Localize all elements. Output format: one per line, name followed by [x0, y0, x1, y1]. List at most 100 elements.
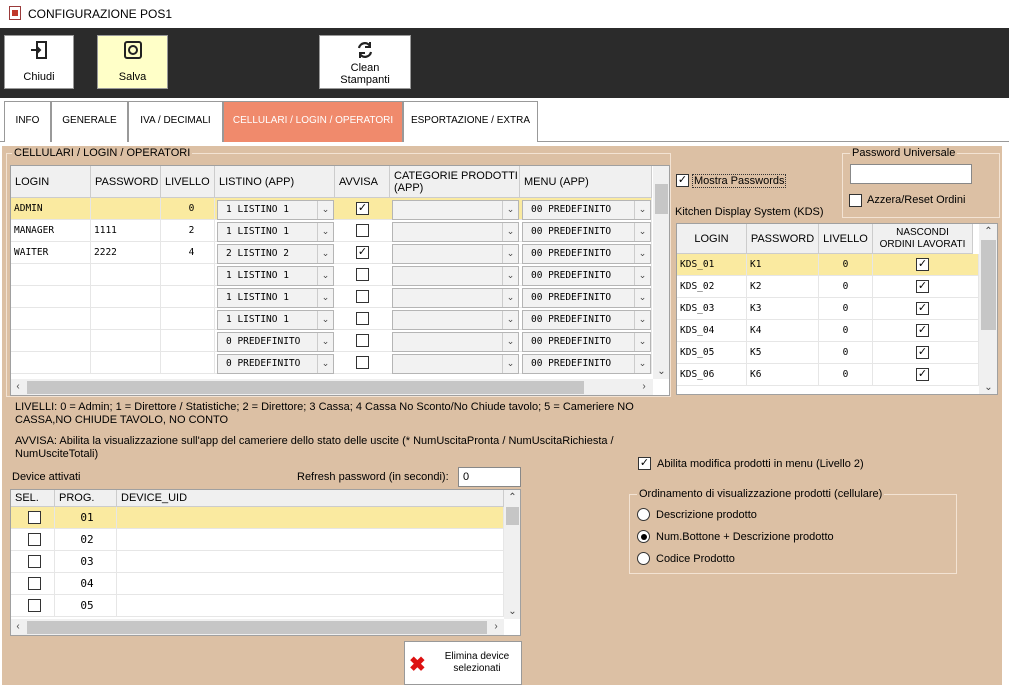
avvisa-checkbox[interactable] [356, 334, 369, 347]
op-livello-cell[interactable] [161, 330, 215, 352]
ordering-radio-code[interactable] [637, 552, 650, 565]
kds-password-cell[interactable]: K6 [747, 364, 819, 386]
op-login-cell[interactable]: WAITER [11, 242, 91, 264]
listino-combo[interactable]: 0 PREDEFINITO ⌄ [217, 354, 334, 374]
kds-password-cell[interactable]: K2 [747, 276, 819, 298]
categorie-combo[interactable]: ⌄ [392, 288, 519, 308]
device-prog-cell[interactable]: 05 [55, 595, 117, 617]
kds-col-password[interactable]: PASSWORD [747, 224, 819, 254]
kds-login-cell[interactable]: KDS_03 [677, 298, 747, 320]
op-password-cell[interactable] [91, 308, 161, 330]
kds-login-cell[interactable]: KDS_05 [677, 342, 747, 364]
device-prog-cell[interactable]: 02 [55, 529, 117, 551]
tab-generale[interactable]: GENERALE [51, 101, 128, 142]
scroll-down-icon[interactable]: ⌄ [979, 382, 997, 393]
categorie-combo[interactable]: ⌄ [392, 310, 519, 330]
ordering-label-description[interactable]: Descrizione prodotto [656, 509, 757, 521]
devices-hscrollbar[interactable]: ‹ › [11, 619, 504, 635]
listino-combo[interactable]: 2 LISTINO 2 ⌄ [217, 244, 334, 264]
kds-password-cell[interactable]: K1 [747, 254, 819, 276]
ordering-label-button-description[interactable]: Num.Bottone + Descrizione prodotto [656, 531, 834, 543]
kds-nascondi-checkbox[interactable]: ✓ [916, 258, 929, 271]
menu-combo[interactable]: 00 PREDEFINITO ⌄ [522, 332, 651, 352]
device-uid-cell[interactable] [117, 507, 504, 529]
device-select-checkbox[interactable] [28, 511, 41, 524]
kds-nascondi-checkbox[interactable]: ✓ [916, 324, 929, 337]
menu-combo[interactable]: 00 PREDEFINITO ⌄ [522, 200, 651, 220]
universal-password-input[interactable] [850, 164, 972, 184]
dev-col-sel[interactable]: SEL. [11, 490, 55, 507]
device-select-checkbox[interactable] [28, 599, 41, 612]
scroll-right-icon[interactable]: › [639, 381, 649, 392]
op-login-cell[interactable] [11, 330, 91, 352]
menu-combo[interactable]: 00 PREDEFINITO ⌄ [522, 310, 651, 330]
device-uid-cell[interactable] [117, 573, 504, 595]
kds-livello-cell[interactable]: 0 [819, 254, 873, 276]
device-prog-cell[interactable]: 04 [55, 573, 117, 595]
kds-col-nascondi[interactable]: NASCONDI ORDINI LAVORATI [873, 224, 973, 254]
op-login-cell[interactable] [11, 264, 91, 286]
clean-printers-button[interactable]: Clean Stampanti [319, 35, 411, 89]
tab-esportazione-extra[interactable]: ESPORTAZIONE / EXTRA [403, 101, 538, 142]
op-livello-cell[interactable] [161, 352, 215, 374]
kds-password-cell[interactable]: K4 [747, 320, 819, 342]
device-prog-cell[interactable]: 03 [55, 551, 117, 573]
op-password-cell[interactable] [91, 264, 161, 286]
categorie-combo[interactable]: ⌄ [392, 266, 519, 286]
operators-vscrollbar[interactable]: ⌄ [653, 166, 669, 379]
listino-combo[interactable]: 0 PREDEFINITO ⌄ [217, 332, 334, 352]
kds-login-cell[interactable]: KDS_01 [677, 254, 747, 276]
listino-combo[interactable]: 1 LISTINO 1 ⌄ [217, 288, 334, 308]
scroll-left-icon[interactable]: ‹ [13, 621, 23, 632]
close-button[interactable]: Chiudi [4, 35, 74, 89]
kds-livello-cell[interactable]: 0 [819, 342, 873, 364]
categorie-combo[interactable]: ⌄ [392, 354, 519, 374]
kds-nascondi-checkbox[interactable]: ✓ [916, 280, 929, 293]
ordering-radio-button-description[interactable] [637, 530, 650, 543]
op-password-cell[interactable] [91, 330, 161, 352]
op-login-cell[interactable] [11, 352, 91, 374]
kds-livello-cell[interactable]: 0 [819, 298, 873, 320]
tab-info[interactable]: INFO [4, 101, 51, 142]
operators-hscroll-thumb[interactable] [27, 381, 584, 394]
listino-combo[interactable]: 1 LISTINO 1 ⌄ [217, 266, 334, 286]
col-categorie[interactable]: CATEGORIE PRODOTTI (APP) [390, 166, 520, 198]
reset-orders-label[interactable]: Azzera/Reset Ordini [867, 194, 965, 206]
col-password[interactable]: PASSWORD [91, 166, 161, 198]
device-prog-cell[interactable]: 01 [55, 507, 117, 529]
listino-combo[interactable]: 1 LISTINO 1 ⌄ [217, 310, 334, 330]
avvisa-checkbox[interactable]: ✓ [356, 202, 369, 215]
dev-col-prog[interactable]: PROG. [55, 490, 117, 507]
device-select-checkbox[interactable] [28, 533, 41, 546]
op-password-cell[interactable] [91, 198, 161, 220]
device-uid-cell[interactable] [117, 551, 504, 573]
kds-nascondi-checkbox[interactable]: ✓ [916, 346, 929, 359]
device-select-checkbox[interactable] [28, 577, 41, 590]
dev-col-uid[interactable]: DEVICE_UID [117, 490, 504, 507]
show-passwords-label[interactable]: Mostra Passwords [692, 174, 787, 188]
menu-combo[interactable]: 00 PREDEFINITO ⌄ [522, 222, 651, 242]
kds-password-cell[interactable]: K5 [747, 342, 819, 364]
col-menu[interactable]: MENU (APP) [520, 166, 652, 198]
op-login-cell[interactable] [11, 308, 91, 330]
categorie-combo[interactable]: ⌄ [392, 222, 519, 242]
categorie-combo[interactable]: ⌄ [392, 200, 519, 220]
op-livello-cell[interactable] [161, 264, 215, 286]
kds-login-cell[interactable]: KDS_04 [677, 320, 747, 342]
categorie-combo[interactable]: ⌄ [392, 332, 519, 352]
device-select-checkbox[interactable] [28, 555, 41, 568]
devices-hscroll-thumb[interactable] [27, 621, 487, 634]
col-listino[interactable]: LISTINO (APP) [215, 166, 335, 198]
op-login-cell[interactable] [11, 286, 91, 308]
menu-combo[interactable]: 00 PREDEFINITO ⌄ [522, 288, 651, 308]
op-livello-cell[interactable] [161, 286, 215, 308]
tab-cellulari-login-operatori[interactable]: CELLULARI / LOGIN / OPERATORI [223, 101, 403, 142]
menu-edit-checkbox[interactable]: ✓ [638, 457, 651, 470]
device-uid-cell[interactable] [117, 595, 504, 617]
kds-vscrollbar[interactable]: ⌃ ⌄ [979, 224, 997, 394]
kds-col-login[interactable]: LOGIN [677, 224, 747, 254]
ordering-label-code[interactable]: Codice Prodotto [656, 553, 735, 565]
kds-livello-cell[interactable]: 0 [819, 364, 873, 386]
op-login-cell[interactable]: MANAGER [11, 220, 91, 242]
kds-login-cell[interactable]: KDS_02 [677, 276, 747, 298]
